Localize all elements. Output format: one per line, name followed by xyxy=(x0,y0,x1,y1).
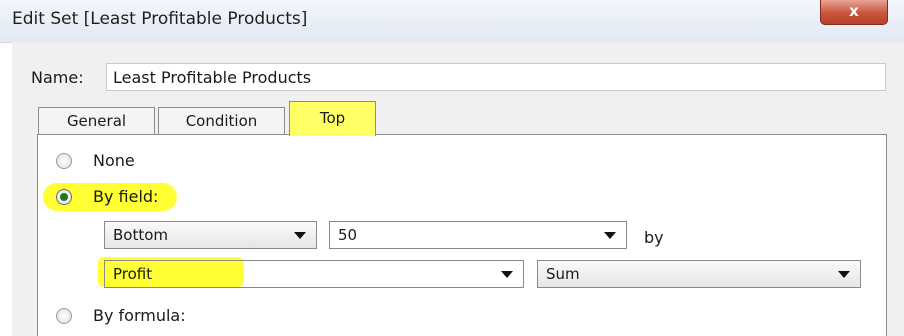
tab-general[interactable]: General xyxy=(38,107,155,135)
field-value: Profit xyxy=(113,265,153,283)
chevron-down-icon xyxy=(501,271,513,278)
chevron-down-icon xyxy=(838,271,850,278)
none-radio[interactable] xyxy=(56,153,72,169)
name-input[interactable] xyxy=(106,63,886,91)
title-bar: Edit Set [Least Profitable Products] x xyxy=(0,0,904,43)
count-combobox[interactable]: 50 xyxy=(329,221,627,249)
close-icon: x xyxy=(849,2,859,20)
tab-condition[interactable]: Condition xyxy=(158,107,285,135)
window-title: Edit Set [Least Profitable Products] xyxy=(12,9,308,29)
by-field-label: By field: xyxy=(93,187,159,206)
by-formula-label: By formula: xyxy=(93,306,186,325)
aggregation-value: Sum xyxy=(546,265,580,283)
by-field-radio[interactable] xyxy=(56,189,72,205)
aggregation-dropdown[interactable]: Sum xyxy=(537,260,861,288)
chevron-down-icon xyxy=(604,232,616,239)
none-label: None xyxy=(93,151,135,170)
chevron-down-icon xyxy=(294,232,306,239)
tab-top[interactable]: Top xyxy=(289,101,376,136)
by-label: by xyxy=(644,228,664,247)
count-value: 50 xyxy=(338,226,358,244)
name-label: Name: xyxy=(31,68,84,87)
direction-value: Bottom xyxy=(113,226,169,244)
direction-dropdown[interactable]: Bottom xyxy=(104,221,317,249)
field-dropdown[interactable]: Profit xyxy=(104,260,524,288)
close-button[interactable]: x xyxy=(820,0,888,25)
by-formula-radio[interactable] xyxy=(56,308,72,324)
